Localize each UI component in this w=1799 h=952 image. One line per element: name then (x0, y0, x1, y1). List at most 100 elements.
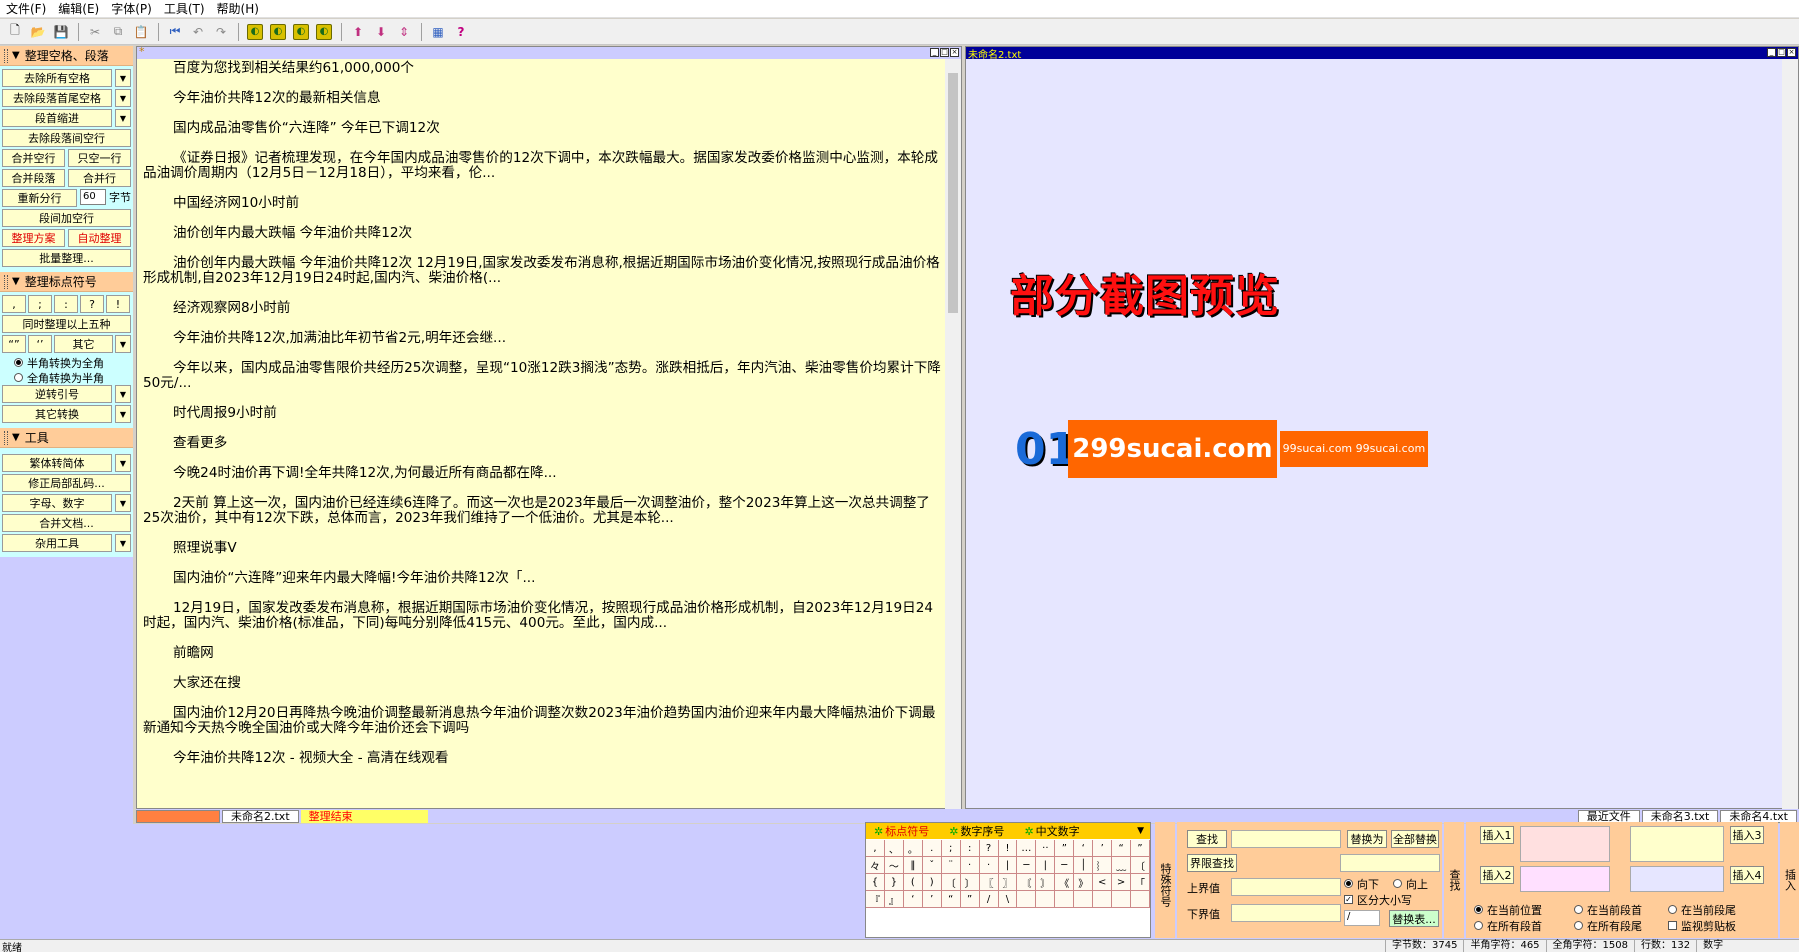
separator-select[interactable]: / (1344, 910, 1380, 926)
symbol-cell[interactable]: ’ (1093, 840, 1113, 857)
symbol-cell[interactable]: 《 (1055, 874, 1075, 891)
special-symbols-tab[interactable]: 特殊符号 (1155, 822, 1175, 938)
replace-input[interactable] (1340, 854, 1440, 872)
cut-icon[interactable]: ✂ (84, 21, 106, 43)
range-find-button[interactable]: 界限查找 (1187, 854, 1237, 872)
split-width-input[interactable]: 60 (80, 189, 106, 205)
reverse-quote-button[interactable]: 逆转引号 (2, 385, 112, 403)
clean-five-button[interactable]: 同时整理以上五种 (2, 315, 131, 333)
symbol-cell[interactable]: / (979, 891, 999, 908)
symbol-cell[interactable]: 。 (903, 840, 923, 857)
close-icon[interactable]: × (950, 48, 959, 57)
editor-left-text[interactable]: 百度为您找到相关结果约61,000,000个 今年油价共降12次的最新相关信息 国内… (143, 59, 943, 809)
symbol-cell[interactable]: 、 (884, 840, 904, 857)
symbol-cell[interactable]: : (960, 840, 980, 857)
lower-bound-input[interactable] (1231, 904, 1341, 922)
menu-tools[interactable]: 工具(T) (158, 0, 211, 18)
symbol-cell[interactable]: ? (979, 840, 999, 857)
symbol-cell[interactable] (1112, 891, 1132, 908)
symbol-cell[interactable]: | (1036, 857, 1056, 874)
punct-question-button[interactable]: ? (80, 295, 104, 313)
symbol-cell[interactable]: ─ (1017, 857, 1037, 874)
other-convert-button[interactable]: 其它转换 (2, 405, 112, 423)
symbol-cell[interactable]: 》 (1074, 874, 1094, 891)
symbol-cell[interactable] (1036, 891, 1056, 908)
scrollbar-thumb[interactable] (948, 73, 958, 313)
chevron-down-icon[interactable]: ▼ (115, 405, 131, 423)
all-para-head-radio[interactable]: 在所有段首 (1462, 918, 1542, 933)
symbol-cell[interactable]: 〔 (1131, 857, 1150, 874)
upper-bound-input[interactable] (1231, 878, 1341, 896)
all-para-tail-radio[interactable]: 在所有段尾 (1562, 918, 1642, 933)
symbol-cell[interactable]: ·· (1036, 840, 1056, 857)
find-input[interactable] (1231, 830, 1341, 848)
find-side-tab[interactable]: 查找 (1444, 822, 1464, 938)
copy-icon[interactable]: ⧉ (107, 21, 129, 43)
symbol-cell[interactable]: , (866, 840, 885, 857)
symbol-cell[interactable]: 〗 (998, 874, 1018, 891)
symbol-cell[interactable]: ( (903, 874, 923, 891)
single-quote-button[interactable]: ‘’ (28, 335, 52, 353)
insert-1-button[interactable]: 插入1 (1480, 826, 1514, 844)
merge-docs-button[interactable]: 合并文档... (2, 514, 131, 532)
tab-active-doc[interactable] (136, 809, 220, 823)
screen-icon[interactable]: ▦ (427, 21, 449, 43)
batch-clean-button[interactable]: 批量整理... (2, 249, 131, 267)
undo-icon[interactable]: ↶ (187, 21, 209, 43)
insert-4-text[interactable] (1630, 866, 1724, 892)
symbol-cell[interactable]: ‖ (903, 857, 923, 874)
menu-edit[interactable]: 编辑(E) (52, 0, 105, 18)
symbol-cell[interactable]: ! (998, 840, 1018, 857)
at-para-head-radio[interactable]: 在当前段首 (1562, 902, 1642, 917)
tab-untitled2[interactable]: 未命名2.txt (222, 809, 299, 823)
symbol-cell[interactable]: · (960, 857, 980, 874)
insert-4-button[interactable]: 插入4 (1730, 866, 1764, 884)
tab-recent-files[interactable]: 最近文件 (1577, 809, 1640, 823)
symbol-cell[interactable]: “ (1112, 840, 1132, 857)
menu-help[interactable]: 帮助(H) (211, 0, 265, 18)
insert-2-text[interactable] (1520, 866, 1610, 892)
remove-head-tail-spaces-button[interactable]: 去除段落首尾空格 (2, 89, 112, 107)
save-icon[interactable]: 💾 (50, 21, 72, 43)
merge-blank-button[interactable]: 合并空行 (2, 149, 65, 167)
remove-between-blank-button[interactable]: 去除段落间空行 (2, 129, 131, 147)
at-para-tail-radio[interactable]: 在当前段尾 (1656, 902, 1736, 917)
indent-first-button[interactable]: 段首缩进 (2, 109, 112, 127)
maximize-icon[interactable]: □ (940, 48, 949, 57)
symbol-cell[interactable]: ‘ (1074, 840, 1094, 857)
misc-tools-button[interactable]: 杂用工具 (2, 534, 112, 552)
help-icon[interactable]: ? (450, 21, 472, 43)
chevron-down-icon[interactable]: ▼ (115, 385, 131, 403)
fix-garble-button[interactable]: 修正局部乱码... (2, 474, 131, 492)
symbol-cell[interactable] (1131, 891, 1150, 908)
new-file-icon[interactable]: 🗋 (4, 21, 26, 43)
punct-colon-button[interactable]: : (54, 295, 78, 313)
symbol-cell[interactable]: | (998, 857, 1018, 874)
symbol-cell[interactable]: < (1093, 874, 1113, 891)
trad-to-simp-button[interactable]: 繁体转简体 (2, 454, 112, 472)
symbol-cell[interactable]: 々 (866, 857, 885, 874)
tab-untitled3[interactable]: 未命名3.txt (1641, 809, 1719, 823)
maximize-icon[interactable]: □ (1777, 48, 1786, 57)
insert-3-button[interactable]: 插入3 (1730, 826, 1764, 844)
symbol-cell[interactable]: ” (1131, 840, 1150, 857)
replace-with-button[interactable]: 替换为 (1347, 830, 1387, 848)
merge-paragraph-button[interactable]: 合并段落 (2, 169, 65, 187)
find-button[interactable]: 查找 (1187, 830, 1227, 848)
chevron-down-icon[interactable]: ▼ (115, 69, 131, 87)
chevron-down-icon[interactable]: ▼ (115, 494, 131, 512)
scheme-button[interactable]: 整理方案 (2, 229, 65, 247)
direction-up-radio[interactable]: 向上 (1381, 876, 1428, 891)
symbol-cell[interactable]: … (1017, 840, 1037, 857)
symbol-cell[interactable]: ─ (1055, 857, 1075, 874)
symbol-cell[interactable] (1093, 891, 1113, 908)
action-4-icon[interactable]: ◐ (313, 21, 335, 43)
chevron-down-icon[interactable]: ▼ (115, 89, 131, 107)
remove-all-spaces-button[interactable]: 去除所有空格 (2, 69, 112, 87)
chevron-down-icon[interactable]: ▼ (115, 534, 131, 552)
redo-icon[interactable]: ↷ (210, 21, 232, 43)
resplit-button[interactable]: 重新分行 (2, 189, 77, 207)
symbol-cell[interactable] (1017, 891, 1037, 908)
symbol-cell[interactable]: ) (922, 874, 942, 891)
move-up-icon[interactable]: ⬆ (347, 21, 369, 43)
